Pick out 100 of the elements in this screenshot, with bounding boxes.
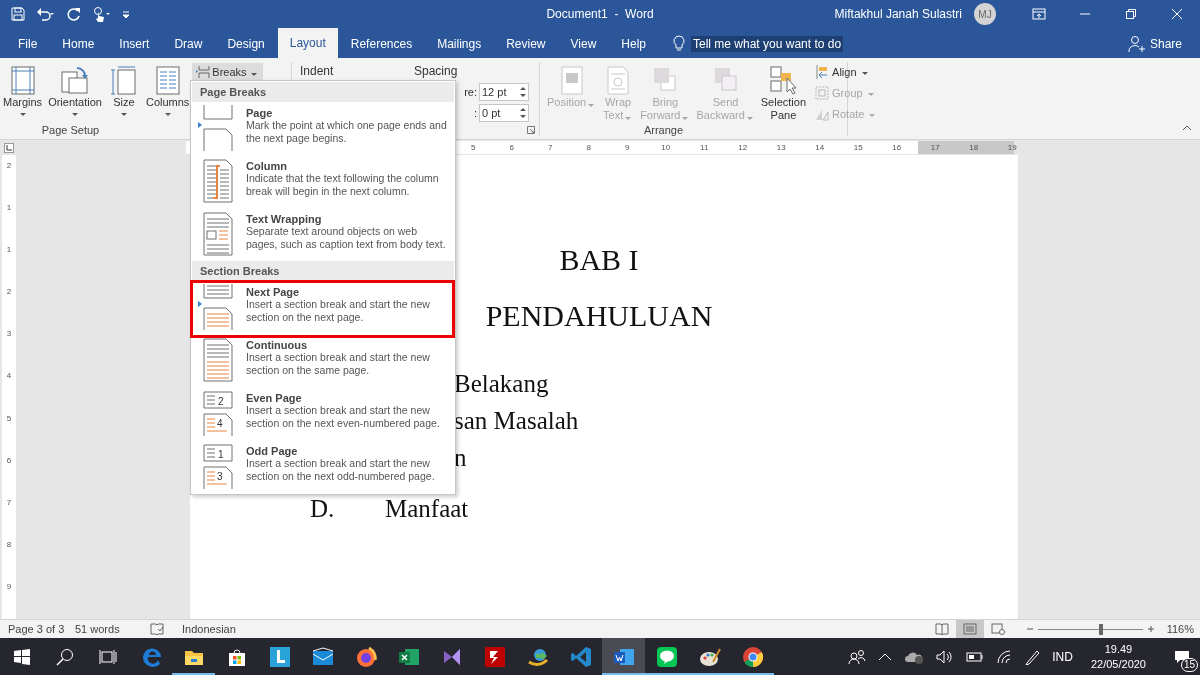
search-icon bbox=[55, 647, 74, 666]
ruler-number: 2 bbox=[6, 161, 12, 170]
view-button[interactable] bbox=[955, 620, 984, 638]
page-count[interactable]: Page 3 of 3 bbox=[8, 623, 75, 635]
chat-bubble-icon bbox=[655, 645, 678, 668]
menu-section-header: Section Breaks bbox=[192, 261, 454, 281]
menu-item[interactable]: 1 3 Odd Page Insert a section break and start the new section on the next odd-numbered page. bbox=[192, 440, 454, 493]
ruler-number: 9 bbox=[624, 143, 631, 152]
spacing-field[interactable]: 12 pt bbox=[479, 83, 529, 101]
group-label: Page Setup bbox=[41, 124, 100, 136]
menu-item[interactable]: Next Page Insert a section break and start the new section on the next page. bbox=[192, 281, 454, 334]
spacing-label: Spacing bbox=[414, 64, 458, 78]
menu-item-title: Continuous bbox=[246, 339, 309, 351]
page-number: 4 bbox=[217, 418, 223, 429]
group-icon bbox=[815, 84, 830, 101]
ruler-number: 19 bbox=[1006, 143, 1018, 152]
notification-count: 15 bbox=[1180, 658, 1198, 672]
ribbon-button[interactable]: Size bbox=[104, 62, 143, 118]
menu-item-title: Next Page bbox=[246, 286, 301, 298]
ribbon-tab[interactable]: Mailings bbox=[425, 30, 494, 58]
ribbon-tab[interactable]: Review bbox=[494, 30, 558, 58]
word-count[interactable]: 51 words bbox=[75, 623, 150, 635]
ruler-number: 1 bbox=[6, 203, 12, 213]
indent-label: Indent bbox=[300, 64, 335, 78]
zoom-out-icon bbox=[1025, 625, 1034, 633]
ribbon-tab[interactable]: Design bbox=[215, 30, 277, 58]
ribbon-tab[interactable]: View bbox=[558, 30, 609, 58]
menu-item[interactable]: Text Wrapping Separate text around objects on web pages, such as caption text from body text. bbox=[192, 208, 454, 261]
breaks-icon bbox=[196, 65, 211, 79]
ribbon-button[interactable]: Orientation bbox=[45, 62, 105, 118]
ruler-number: 1 bbox=[6, 245, 12, 255]
list-item: san Masalah bbox=[454, 406, 579, 435]
ribbon-tab[interactable]: File bbox=[6, 30, 50, 58]
ribbon-tab[interactable]: Draw bbox=[162, 30, 215, 58]
menu-item-description: Insert a section break and start the new section on the next even-numbered page. bbox=[246, 404, 441, 430]
ribbon-button[interactable]: Columns bbox=[142, 62, 193, 118]
ruler-number: 11 bbox=[699, 143, 710, 152]
tab-stop-icon bbox=[4, 142, 14, 153]
ribbon-tab[interactable]: References bbox=[338, 30, 425, 58]
menu-item-title: Column bbox=[246, 160, 288, 172]
breaks-button[interactable]: Breaks bbox=[192, 63, 263, 81]
clock[interactable]: 19.49 22/05/2020 bbox=[1084, 641, 1152, 672]
menu-item[interactable]: Page Mark the point at which one page ends and the next page begins. bbox=[192, 102, 454, 155]
volume-icon bbox=[936, 649, 955, 664]
ruler-number: 16 bbox=[891, 143, 903, 152]
input-language[interactable]: IND bbox=[1052, 649, 1073, 664]
ruler-number: 17 bbox=[929, 143, 941, 152]
chapter-heading: BAB I bbox=[559, 243, 639, 277]
share-button[interactable]: Share bbox=[1121, 30, 1188, 58]
ribbon-tab[interactable]: Home bbox=[50, 30, 107, 58]
ruler-number: 15 bbox=[852, 143, 864, 152]
ribbon-tab[interactable]: Layout bbox=[277, 28, 338, 58]
wifi-icon bbox=[996, 649, 1013, 664]
user-avatar[interactable]: MJ bbox=[974, 3, 996, 25]
ruler-number: 10 bbox=[660, 143, 672, 152]
ruler-number: 5 bbox=[6, 413, 12, 423]
notification-button[interactable]: 15 bbox=[1164, 638, 1200, 675]
close-icon bbox=[1171, 8, 1183, 20]
zoom-slider-thumb[interactable] bbox=[1098, 623, 1103, 635]
align-icon bbox=[815, 63, 830, 80]
share-icon bbox=[1127, 35, 1146, 53]
ribbon-button[interactable]: Margins bbox=[0, 62, 46, 118]
ruler-number: 3 bbox=[6, 329, 12, 339]
menu-item-title: Even Page bbox=[246, 392, 303, 404]
spinner-icon bbox=[520, 107, 526, 119]
ribbon-display-icon bbox=[1032, 8, 1046, 20]
ruler-number: 7 bbox=[547, 143, 554, 152]
menu-item[interactable]: Continuous Insert a section break and start the new section on the same page. bbox=[192, 334, 454, 387]
ribbon-button[interactable]: Align bbox=[813, 62, 880, 81]
lightbulb-icon bbox=[673, 35, 685, 53]
menu-item[interactable]: 2 4 Even Page Insert a section break and start the new section on the next even-numbered page. bbox=[192, 387, 454, 440]
page-number: 1 bbox=[218, 449, 224, 460]
tell-me-field[interactable]: Tell me what you want to do bbox=[691, 36, 844, 52]
menu-item[interactable]: Column Indicate that the text following the column break will begin in the next column. bbox=[192, 155, 454, 208]
selection-pane-icon bbox=[767, 64, 800, 96]
zoom-level[interactable]: 116% bbox=[1166, 623, 1194, 635]
spinner-icon bbox=[520, 86, 526, 98]
field-label: re: bbox=[464, 86, 477, 98]
ruler-number: 7 bbox=[6, 497, 12, 507]
field-label: : bbox=[473, 107, 477, 119]
lightning-tile-icon bbox=[483, 645, 506, 668]
menu-item-description: Mark the point at which one page ends and the next page begins. bbox=[246, 119, 448, 145]
proofing-icon bbox=[150, 623, 164, 635]
ruler-number: 14 bbox=[814, 143, 826, 152]
ruler-number: 2 bbox=[6, 287, 12, 297]
zoom-in-icon bbox=[1146, 625, 1155, 633]
people-icon bbox=[848, 648, 867, 665]
ribbon-tab[interactable]: Help bbox=[609, 30, 658, 58]
language-status[interactable]: Indonesian bbox=[182, 623, 236, 635]
ribbon-button[interactable]: Selection Pane bbox=[757, 62, 810, 124]
mail-icon bbox=[311, 645, 334, 668]
ruler-number: 18 bbox=[968, 143, 980, 152]
menu-item-description: Indicate that the text following the column break will begin in the next column. bbox=[246, 172, 440, 198]
menu-item-title: Text Wrapping bbox=[246, 213, 323, 225]
user-name: Miftakhul Janah Sulastri bbox=[834, 7, 962, 21]
windows-icon bbox=[13, 648, 30, 665]
dialog-launcher-icon bbox=[527, 126, 535, 134]
ruler-number: 5 bbox=[470, 143, 477, 152]
ribbon-tab[interactable]: Insert bbox=[107, 30, 162, 58]
spacing-field[interactable]: 0 pt bbox=[479, 104, 529, 122]
